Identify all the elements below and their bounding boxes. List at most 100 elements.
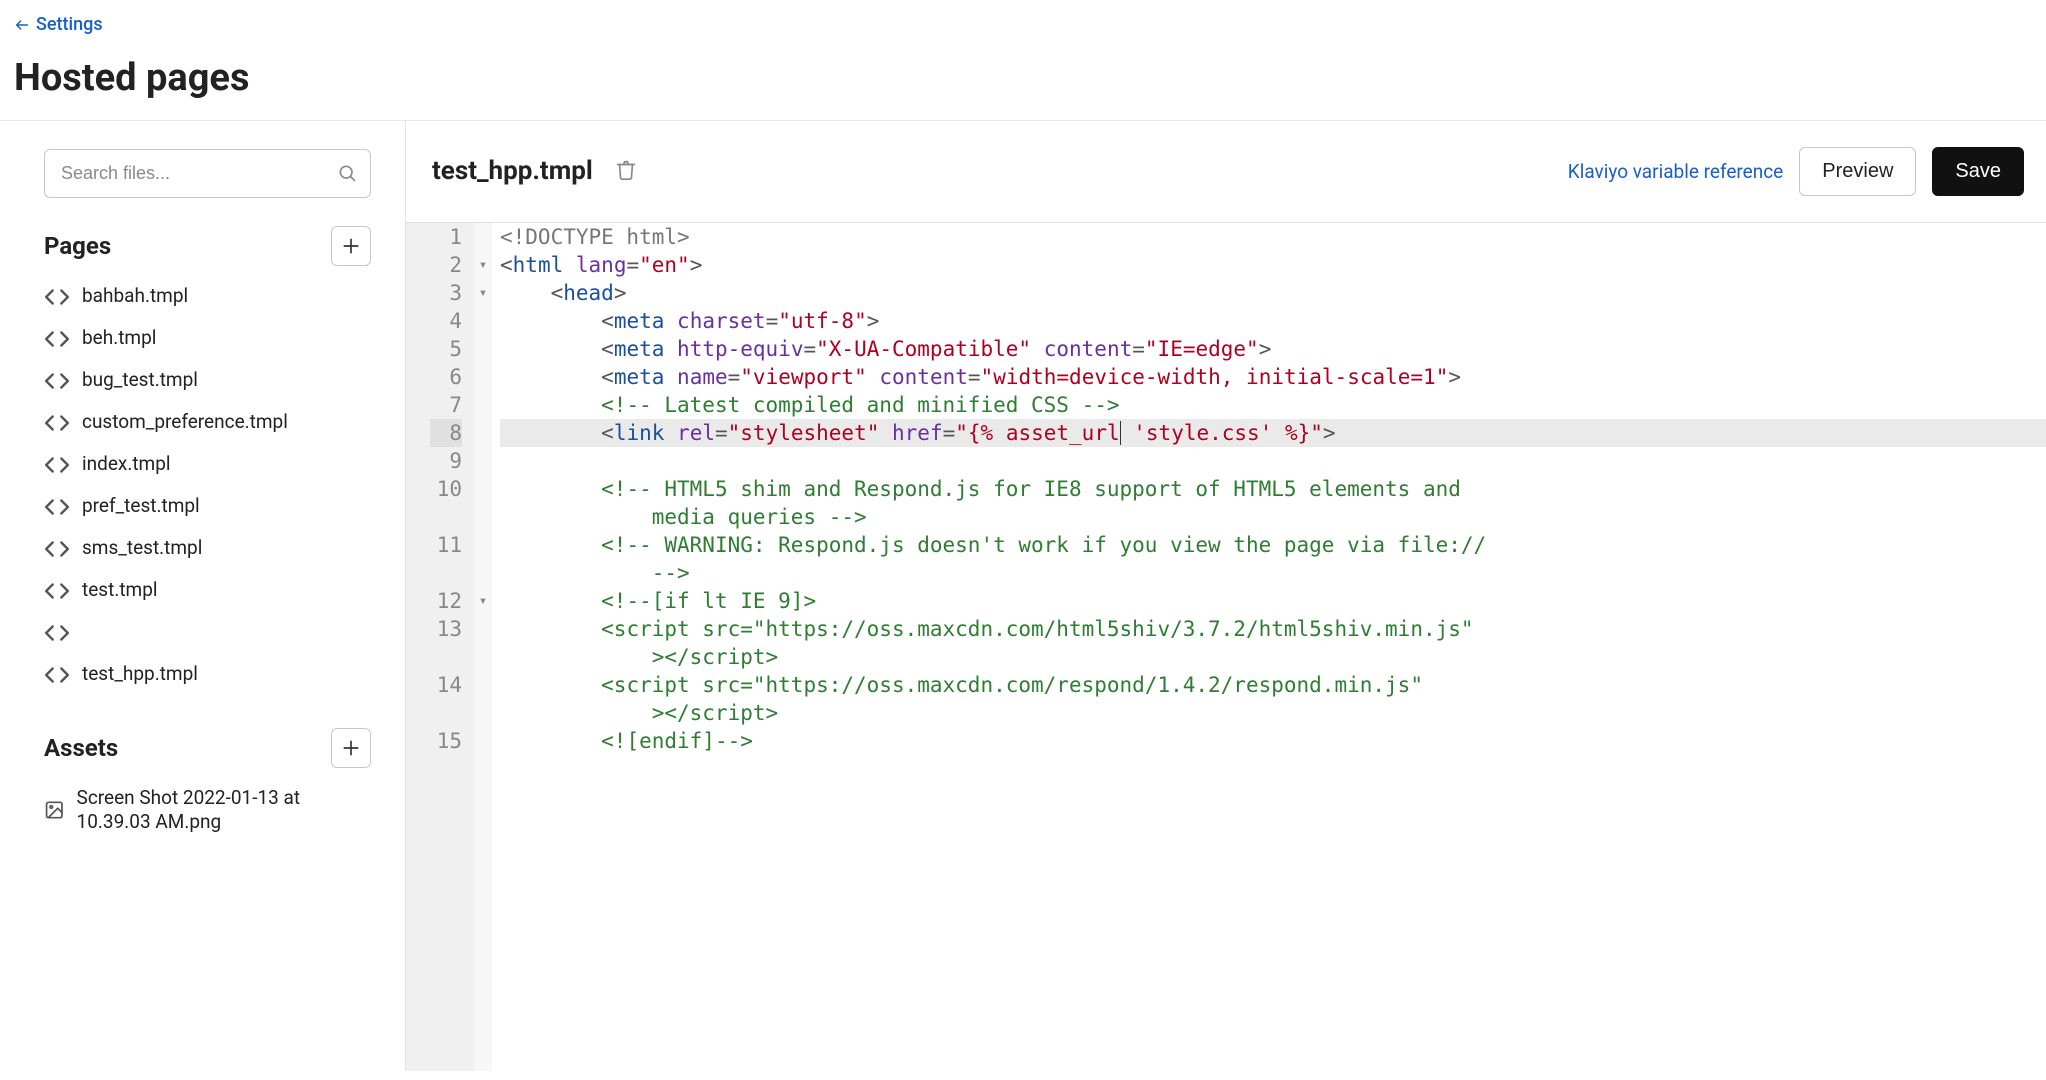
content: Pages bahbah.tmpl beh.tmpl bug_test.tmplcu… xyxy=(0,121,2046,1071)
line-number: 6 xyxy=(430,363,462,391)
line-number xyxy=(430,503,462,531)
fold-gutter-blank xyxy=(474,335,492,363)
code-line[interactable]: <head> xyxy=(500,279,2046,307)
line-number: 15 xyxy=(430,727,462,755)
file-item-label: test_hpp.tmpl xyxy=(82,662,198,687)
line-number: 5 xyxy=(430,335,462,363)
code-line[interactable]: <meta name="viewport" content="width=dev… xyxy=(500,363,2046,391)
file-item-label: beh.tmpl xyxy=(82,326,156,351)
line-number xyxy=(430,643,462,671)
search-icon xyxy=(337,163,357,183)
code-line[interactable]: <!-- HTML5 shim and Respond.js for IE8 s… xyxy=(500,475,2046,503)
search-wrapper xyxy=(44,149,371,198)
code-line[interactable]: --> xyxy=(500,559,2046,587)
code-line[interactable]: <meta charset="utf-8"> xyxy=(500,307,2046,335)
fold-gutter-blank xyxy=(474,503,492,531)
back-link-label: Settings xyxy=(36,14,103,35)
sidebar-asset-item[interactable]: Screen Shot 2022-01-13 at 10.39.03 AM.pn… xyxy=(44,778,371,843)
sidebar-page-item[interactable]: bug_test.tmpl xyxy=(44,360,371,402)
code-icon xyxy=(44,536,70,562)
fold-gutter-blank xyxy=(474,307,492,335)
code-line[interactable]: <![endif]--> xyxy=(500,727,2046,755)
file-item-label: pref_test.tmpl xyxy=(82,494,200,519)
code-icon xyxy=(44,578,70,604)
line-number: 1 xyxy=(430,223,462,251)
sidebar-page-item[interactable] xyxy=(44,612,371,654)
code-icon xyxy=(44,494,70,520)
code-line[interactable]: <!-- WARNING: Respond.js doesn't work if… xyxy=(500,531,2046,559)
line-number: 7 xyxy=(430,391,462,419)
assets-list: Screen Shot 2022-01-13 at 10.39.03 AM.pn… xyxy=(44,778,371,843)
sidebar-page-item[interactable]: sms_test.tmpl xyxy=(44,528,371,570)
line-number: 8 xyxy=(430,419,462,447)
code-icon xyxy=(44,410,70,436)
fold-toggle-icon[interactable]: ▾ xyxy=(474,279,492,307)
line-number: 11 xyxy=(430,531,462,559)
editor-header: test_hpp.tmpl Klaviyo variable reference… xyxy=(406,121,2046,222)
plus-icon xyxy=(341,236,361,256)
assets-section: Assets Screen Shot 2022-01-13 at 10.39.0… xyxy=(44,728,371,843)
variable-reference-link[interactable]: Klaviyo variable reference xyxy=(1568,160,1783,183)
page-title: Hosted pages xyxy=(14,56,2032,100)
pages-section-header: Pages xyxy=(44,226,371,266)
sidebar-page-item[interactable]: index.tmpl xyxy=(44,444,371,486)
code-lines[interactable]: <!DOCTYPE html><html lang="en"> <head> <… xyxy=(492,223,2046,1071)
code-line[interactable]: <script src="https://oss.maxcdn.com/resp… xyxy=(500,671,2046,699)
sidebar-page-item[interactable]: beh.tmpl xyxy=(44,318,371,360)
fold-gutter-blank xyxy=(474,419,492,447)
fold-toggle-icon[interactable]: ▾ xyxy=(474,587,492,615)
code-line[interactable]: <link rel="stylesheet" href="{% asset_ur… xyxy=(500,419,2046,447)
fold-gutter-blank xyxy=(474,475,492,503)
delete-file-button[interactable] xyxy=(611,155,641,188)
fold-gutter[interactable]: ▾▾▾ xyxy=(474,223,492,1071)
file-item-label: bahbah.tmpl xyxy=(82,284,188,309)
sidebar-page-item[interactable]: test.tmpl xyxy=(44,570,371,612)
fold-gutter-blank xyxy=(474,391,492,419)
plus-icon xyxy=(341,738,361,758)
code-line[interactable]: ></script> xyxy=(500,699,2046,727)
code-line[interactable]: <meta http-equiv="X-UA-Compatible" conte… xyxy=(500,335,2046,363)
line-number: 14 xyxy=(430,671,462,699)
fold-toggle-icon[interactable]: ▾ xyxy=(474,251,492,279)
fold-gutter-blank xyxy=(474,447,492,475)
sidebar: Pages bahbah.tmpl beh.tmpl bug_test.tmplcu… xyxy=(0,121,406,1071)
code-line[interactable]: <!DOCTYPE html> xyxy=(500,223,2046,251)
back-link[interactable]: Settings xyxy=(14,14,103,35)
search-input[interactable] xyxy=(44,149,371,198)
sidebar-page-item[interactable]: test_hpp.tmpl xyxy=(44,654,371,696)
fold-gutter-blank xyxy=(474,559,492,587)
line-number: 10 xyxy=(430,475,462,503)
code-line[interactable]: <script src="https://oss.maxcdn.com/html… xyxy=(500,615,2046,643)
fold-gutter-blank xyxy=(474,671,492,699)
sidebar-page-item[interactable]: bahbah.tmpl xyxy=(44,276,371,318)
file-item-label: test.tmpl xyxy=(82,578,158,603)
add-page-button[interactable] xyxy=(331,226,371,266)
sidebar-page-item[interactable]: custom_preference.tmpl xyxy=(44,402,371,444)
page-header: Settings Hosted pages xyxy=(0,0,2046,121)
line-number-gutter: 123456789101112131415 xyxy=(406,223,474,1071)
pages-list: bahbah.tmpl beh.tmpl bug_test.tmplcustom_p… xyxy=(44,276,371,696)
code-line[interactable] xyxy=(500,447,2046,475)
add-asset-button[interactable] xyxy=(331,728,371,768)
code-icon xyxy=(44,620,70,646)
assets-section-header: Assets xyxy=(44,728,371,768)
image-icon xyxy=(44,797,65,823)
code-icon xyxy=(44,368,70,394)
file-item-label: Screen Shot 2022-01-13 at 10.39.03 AM.pn… xyxy=(77,786,371,835)
fold-gutter-blank xyxy=(474,699,492,727)
fold-gutter-blank xyxy=(474,727,492,755)
fold-gutter-blank xyxy=(474,643,492,671)
sidebar-page-item[interactable]: pref_test.tmpl xyxy=(44,486,371,528)
line-number: 3 xyxy=(430,279,462,307)
code-line[interactable]: media queries --> xyxy=(500,503,2046,531)
save-button[interactable]: Save xyxy=(1932,147,2024,196)
fold-gutter-blank xyxy=(474,363,492,391)
code-editor[interactable]: 123456789101112131415 ▾▾▾ <!DOCTYPE html… xyxy=(406,222,2046,1071)
line-number xyxy=(430,559,462,587)
code-line[interactable]: ></script> xyxy=(500,643,2046,671)
editor-header-actions: Klaviyo variable reference Preview Save xyxy=(1568,147,2024,196)
code-line[interactable]: <html lang="en"> xyxy=(500,251,2046,279)
code-line[interactable]: <!--[if lt IE 9]> xyxy=(500,587,2046,615)
code-line[interactable]: <!-- Latest compiled and minified CSS --… xyxy=(500,391,2046,419)
preview-button[interactable]: Preview xyxy=(1799,147,1916,196)
